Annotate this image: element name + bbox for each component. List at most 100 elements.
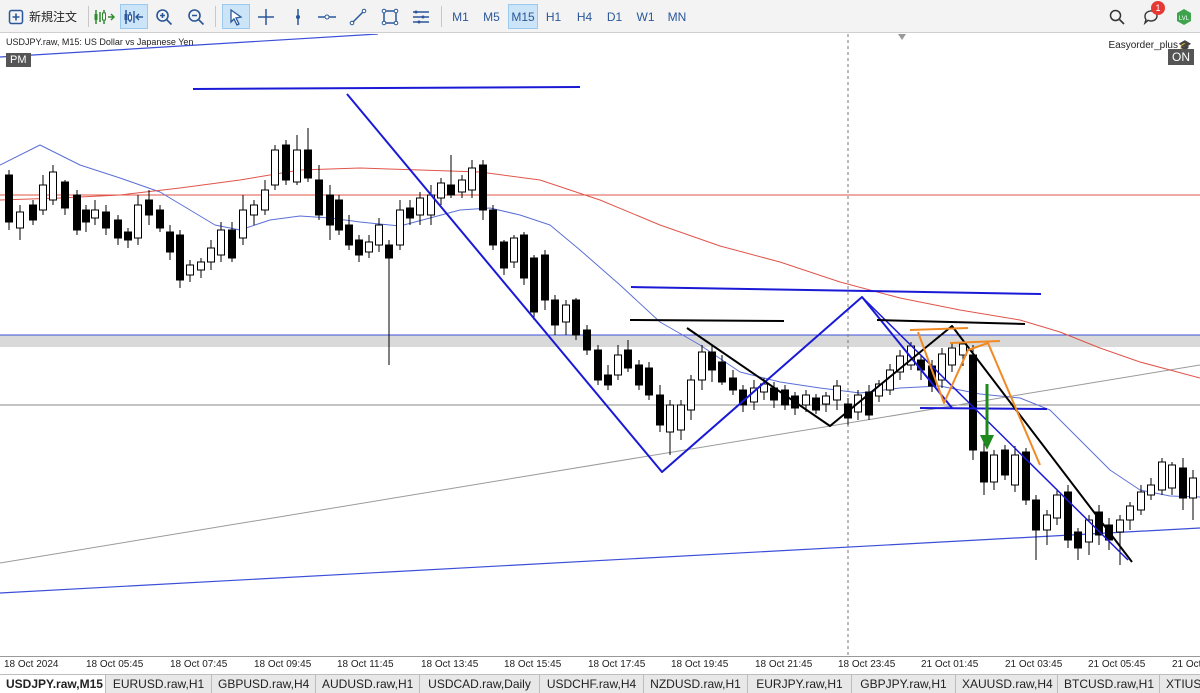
indicators-icon: [413, 10, 429, 23]
search-button[interactable]: [1106, 4, 1128, 29]
vertical-line-button[interactable]: [286, 4, 310, 29]
zoom-in-icon: [156, 8, 173, 25]
bull-candle: [687, 379, 695, 411]
tab-audusd-h1[interactable]: AUDUSD.raw,H1: [316, 675, 420, 693]
tab-btcusd-h1[interactable]: BTCUSD.raw,H1: [1058, 675, 1160, 693]
toolbar-separator: [441, 6, 442, 27]
tab-eurjpy-h1[interactable]: EURJPY.raw,H1: [748, 675, 852, 693]
bear-candle: [980, 451, 988, 483]
one-click-trading-icon: [94, 9, 115, 24]
bear-candle: [1032, 499, 1040, 531]
time-label: 18 Oct 11:45: [337, 659, 394, 670]
bull-candle: [802, 394, 810, 406]
bear-candle: [345, 224, 353, 246]
time-label: 18 Oct 2024: [4, 659, 59, 670]
bull-candle: [375, 224, 383, 246]
bear-candle: [479, 164, 487, 211]
horizontal-line-icon: [318, 14, 336, 19]
tab-usdcad-daily[interactable]: USDCAD.raw,Daily: [420, 675, 540, 693]
bull-candle: [396, 209, 404, 246]
bear-candle: [124, 231, 132, 241]
bear-candle: [812, 397, 820, 411]
bear-candle: [326, 194, 334, 226]
bear-candle: [520, 234, 528, 279]
bull-candle: [186, 264, 194, 276]
bull-candle: [822, 395, 830, 405]
bull-candle: [1147, 484, 1155, 496]
bear-candle: [635, 364, 643, 386]
timeframe-m1[interactable]: M1: [447, 4, 474, 29]
time-label: 18 Oct 09:45: [254, 659, 312, 670]
bull-candle: [293, 149, 301, 183]
timeframe-d1[interactable]: D1: [601, 4, 628, 29]
new-order-button[interactable]: 新規注文: [8, 4, 90, 29]
zoom-out-button[interactable]: [184, 4, 208, 29]
bear-candle: [5, 174, 13, 223]
expert-advisor-status[interactable]: ON: [1168, 49, 1194, 65]
time-label: 18 Oct 13:45: [421, 659, 479, 670]
timeframe-mn[interactable]: MN: [662, 4, 692, 29]
bear-candle: [166, 231, 174, 253]
chart-canvas[interactable]: [0, 34, 1200, 656]
toolbar-separator: [215, 6, 216, 27]
bull-candle: [1011, 454, 1019, 486]
bull-candle: [437, 182, 445, 199]
tab-nzdusd-h1[interactable]: NZDUSD.raw,H1: [644, 675, 748, 693]
zoom-out-icon: [188, 8, 205, 25]
bull-candle: [416, 197, 424, 216]
bear-candle: [1001, 449, 1009, 476]
indicators-button[interactable]: [408, 4, 434, 29]
tab-gbpusd-h4[interactable]: GBPUSD.raw,H4: [212, 675, 316, 693]
timeframe-h4[interactable]: H4: [571, 4, 598, 29]
sell-signal-arrow-icon: [980, 435, 994, 450]
horizontal-line-black: [629, 319, 785, 322]
trendline-button[interactable]: [346, 4, 370, 29]
time-label: 21 Oct 01:45: [921, 659, 979, 670]
bull-candle: [239, 209, 247, 239]
one-click-trading-button[interactable]: [91, 4, 117, 29]
bear-candle: [969, 354, 977, 451]
tab-usdjpy-m15[interactable]: USDJPY.raw,M15: [0, 675, 106, 693]
bear-candle: [1179, 467, 1187, 499]
bear-candle: [304, 149, 312, 179]
svg-text:LVL: LVL: [1179, 16, 1190, 22]
bear-candle: [656, 394, 664, 426]
bear-candle: [624, 349, 632, 369]
crosshair-button[interactable]: [254, 4, 278, 29]
bull-candle: [833, 385, 841, 401]
depth-of-market-button[interactable]: [120, 4, 148, 29]
timeframe-w1[interactable]: W1: [632, 4, 659, 29]
bull-candle: [1043, 514, 1051, 531]
tab-gbpjpy-h1[interactable]: GBPJPY.raw,H1: [852, 675, 956, 693]
bear-candle: [156, 209, 164, 229]
shapes-icon: [381, 8, 399, 25]
bull-candle: [948, 347, 956, 366]
shapes-button[interactable]: [378, 4, 402, 29]
horizontal-line-button[interactable]: [314, 4, 340, 29]
timeframe-m5[interactable]: M5: [478, 4, 505, 29]
bear-candle: [541, 254, 549, 301]
toolbar: 新規注文 M1 M5 M15 H1 H4 D1 W1 MN 1 LVL: [0, 0, 1200, 33]
cursor-button[interactable]: [222, 4, 250, 29]
time-label: 21 Oct 03:45: [1005, 659, 1063, 670]
bull-candle: [1116, 519, 1124, 533]
bear-candle: [385, 244, 393, 259]
bear-candle: [406, 207, 414, 219]
tab-xauusd-h4[interactable]: XAUUSD.raw,H4: [956, 675, 1058, 693]
tab-xtius[interactable]: XTIUS: [1160, 675, 1200, 693]
zoom-in-button[interactable]: [152, 4, 176, 29]
bull-candle: [91, 209, 99, 219]
bull-candle: [207, 247, 215, 263]
timeframe-h1[interactable]: H1: [540, 4, 567, 29]
notifications-button[interactable]: 1: [1140, 1, 1165, 29]
bear-candle: [29, 204, 37, 221]
bull-candle: [1126, 505, 1134, 521]
bear-candle: [489, 209, 497, 246]
timeframe-m15[interactable]: M15: [508, 4, 538, 29]
time-axis: 18 Oct 2024 18 Oct 05:45 18 Oct 07:45 18…: [0, 656, 1200, 673]
crosshair-icon: [258, 8, 274, 25]
chart-area[interactable]: USDJPY.raw, M15: US Dollar vs Japanese Y…: [0, 34, 1200, 656]
tab-eurusd-h1[interactable]: EURUSD.raw,H1: [106, 675, 212, 693]
account-level-button[interactable]: LVL: [1172, 4, 1196, 29]
tab-usdchf-h4[interactable]: USDCHF.raw,H4: [540, 675, 644, 693]
